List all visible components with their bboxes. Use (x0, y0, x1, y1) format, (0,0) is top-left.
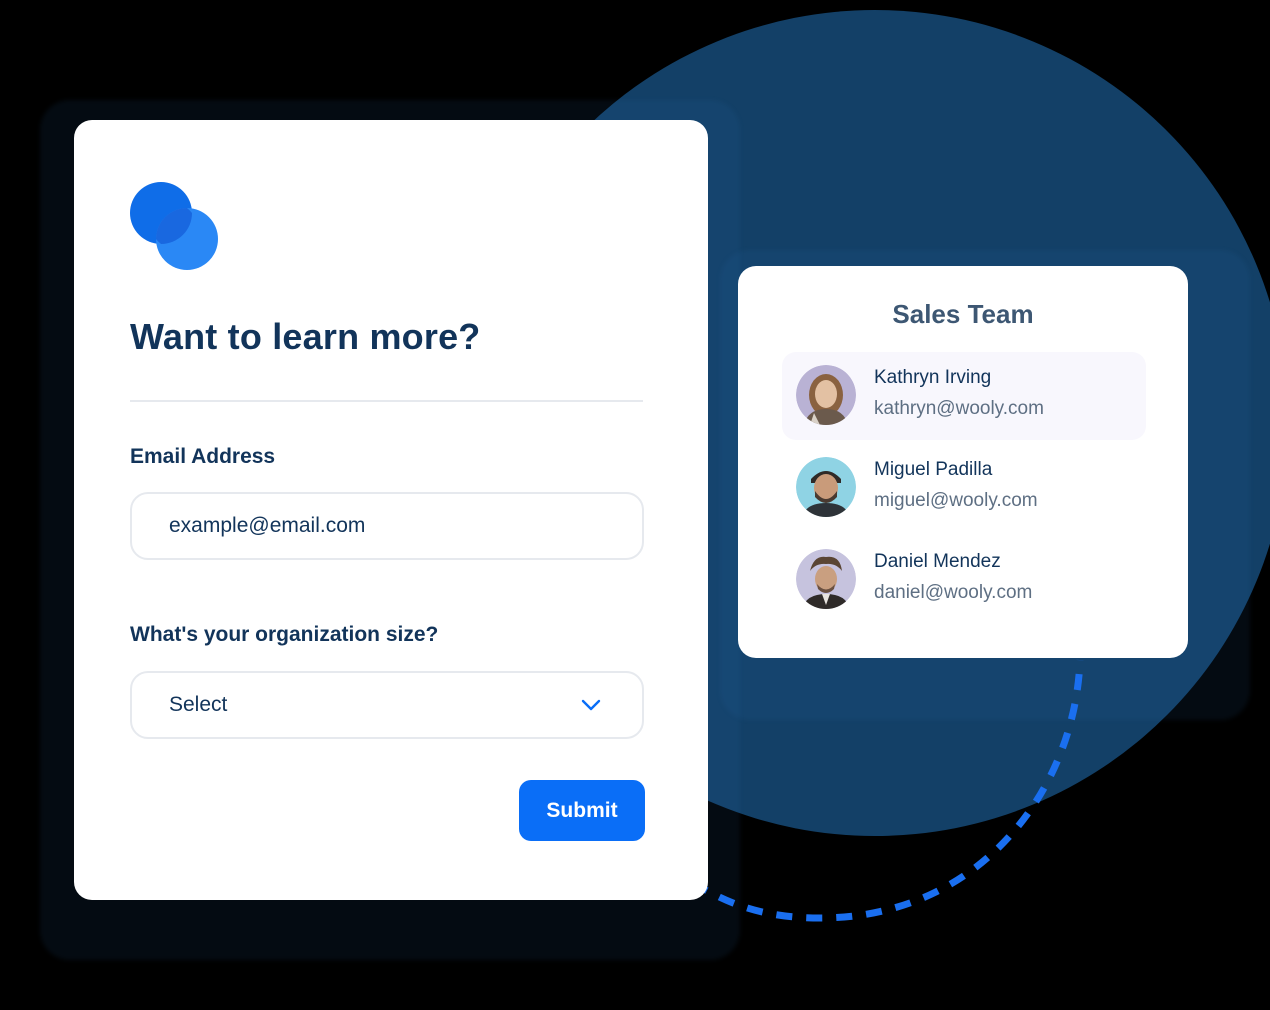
team-member[interactable]: Miguel Padilla miguel@wooly.com (782, 444, 1146, 532)
team-member[interactable]: Daniel Mendez daniel@wooly.com (782, 536, 1146, 624)
form-title: Want to learn more? (130, 316, 481, 357)
team-member[interactable]: Kathryn Irving kathryn@wooly.com (782, 352, 1146, 440)
member-email: miguel@wooly.com (874, 490, 1038, 511)
member-name: Miguel Padilla (874, 459, 993, 480)
member-name: Daniel Mendez (874, 551, 1001, 572)
avatar (796, 457, 856, 517)
email-label: Email Address (130, 445, 276, 468)
member-email: kathryn@wooly.com (874, 398, 1044, 419)
chevron-down-icon (580, 694, 602, 716)
stage: Want to learn more? Email Address What's… (0, 0, 1270, 1010)
org-size-label: What's your organization size? (130, 623, 439, 646)
avatar (796, 549, 856, 609)
contact-form-card: Want to learn more? Email Address What's… (74, 120, 708, 900)
member-name: Kathryn Irving (874, 367, 992, 388)
avatar (796, 365, 856, 425)
member-email: daniel@wooly.com (874, 582, 1033, 603)
submit-button[interactable]: Submit (519, 780, 645, 841)
team-title: Sales Team (892, 299, 1034, 329)
org-size-select-value: Select (169, 693, 228, 716)
logo-icon (130, 182, 218, 270)
org-size-select[interactable]: Select (130, 671, 644, 739)
sales-team-card: Sales Team Kathryn Irving kathryn@wooly.… (738, 266, 1188, 658)
email-field[interactable] (130, 492, 644, 560)
form-divider (130, 400, 643, 402)
